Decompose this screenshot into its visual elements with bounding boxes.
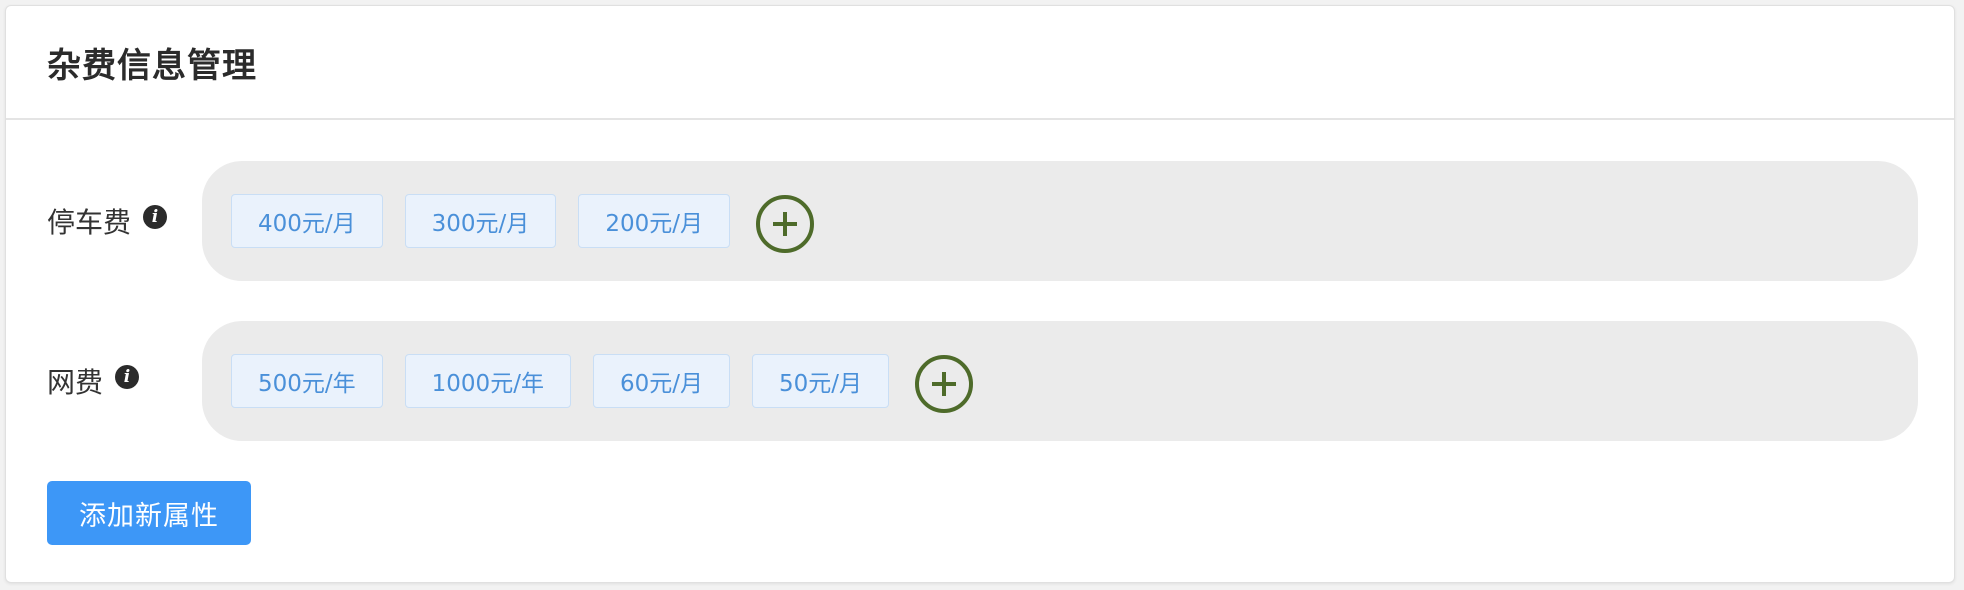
attribute-label-container: 网费 i (47, 321, 140, 441)
tag-value[interactable]: 60元/月 (592, 354, 730, 408)
attribute-label-container: 停车费 i (47, 161, 168, 281)
attribute-row-parking: 停车费 i 400元/月 300元/月 200元/月 (6, 161, 1954, 281)
tag-value[interactable]: 200元/月 (578, 194, 730, 248)
add-attribute-button[interactable]: 添加新属性 (47, 481, 251, 545)
plus-circle-icon[interactable] (914, 355, 973, 413)
tag-value[interactable]: 500元/年 (231, 354, 383, 408)
fee-management-card: 杂费信息管理 停车费 i 400元/月 300元/月 200元/月 网费 i 5… (5, 5, 1955, 583)
attribute-label: 网费 (47, 366, 104, 399)
card-header: 杂费信息管理 (6, 6, 1954, 120)
attribute-row-internet: 网费 i 500元/年 1000元/年 60元/月 50元/月 (6, 321, 1954, 441)
page-title: 杂费信息管理 (47, 45, 257, 86)
tag-value[interactable]: 1000元/年 (404, 354, 571, 408)
tag-value[interactable]: 50元/月 (751, 354, 889, 408)
tag-container: 400元/月 300元/月 200元/月 (202, 161, 1918, 281)
attribute-label: 停车费 (47, 206, 132, 239)
plus-circle-icon[interactable] (755, 195, 814, 253)
tag-container: 500元/年 1000元/年 60元/月 50元/月 (202, 321, 1918, 441)
tag-value[interactable]: 300元/月 (404, 194, 557, 248)
info-icon[interactable]: i (143, 205, 168, 229)
tag-value[interactable]: 400元/月 (231, 194, 383, 248)
info-icon[interactable]: i (115, 365, 140, 389)
